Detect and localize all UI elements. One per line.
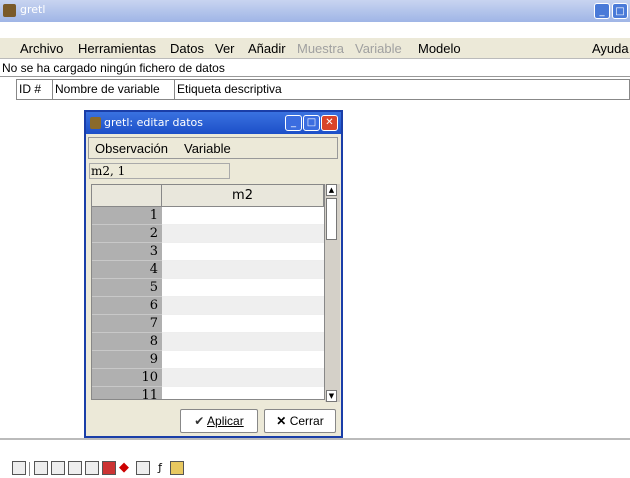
menu-archivo[interactable]: Archivo: [20, 41, 63, 56]
scroll-down-arrow-icon[interactable]: ▼: [326, 390, 337, 402]
menu-datos[interactable]: Datos: [170, 41, 204, 56]
data-cell[interactable]: [162, 315, 324, 333]
row-number[interactable]: 6: [92, 297, 162, 315]
menu-herramientas[interactable]: Herramientas: [78, 41, 156, 56]
menu-modelo[interactable]: Modelo: [418, 41, 461, 56]
menu-ayuda[interactable]: Ayuda: [592, 41, 629, 56]
data-cell[interactable]: [162, 207, 324, 225]
table-row: 5: [92, 279, 324, 297]
statusbar-divider: [0, 438, 630, 440]
row-number-header: [92, 185, 162, 207]
pdf-icon[interactable]: [102, 461, 116, 475]
gretl-app-icon: [3, 4, 16, 17]
close-button[interactable]: ✕ Cerrar: [264, 409, 336, 433]
function-icon[interactable]: ƒ: [153, 461, 167, 475]
maximize-button[interactable]: □: [612, 3, 628, 19]
scroll-up-arrow-icon[interactable]: ▲: [326, 184, 337, 196]
menu-ver[interactable]: Ver: [215, 41, 235, 56]
row-number[interactable]: 8: [92, 333, 162, 351]
plot-icon[interactable]: [136, 461, 150, 475]
data-cell[interactable]: [162, 279, 324, 297]
minimize-button[interactable]: _: [594, 3, 610, 19]
close-label: Cerrar: [289, 414, 324, 428]
dialog-maximize-button[interactable]: □: [303, 115, 320, 131]
menu-muestra[interactable]: Muestra: [297, 41, 344, 56]
diamond-icon[interactable]: ◆: [119, 461, 133, 475]
row-number[interactable]: 2: [92, 225, 162, 243]
table-row: 11: [92, 387, 324, 399]
row-number[interactable]: 11: [92, 387, 162, 399]
data-cell[interactable]: [162, 369, 324, 387]
column-header-label[interactable]: Etiqueta descriptiva: [174, 79, 630, 100]
row-number[interactable]: 10: [92, 369, 162, 387]
edit-script-icon[interactable]: [34, 461, 48, 475]
website-icon[interactable]: [85, 461, 99, 475]
dialog-title-bar[interactable]: gretl: editar datos _ □ ✕: [86, 112, 341, 134]
table-row: 2: [92, 225, 324, 243]
row-number[interactable]: 1: [92, 207, 162, 225]
data-cell[interactable]: [162, 333, 324, 351]
toolbar-separator: [29, 462, 30, 476]
vertical-scrollbar[interactable]: ▲ ▼: [325, 184, 340, 402]
close-x-icon: ✕: [276, 414, 290, 428]
table-row: 7: [92, 315, 324, 333]
table-row: 10: [92, 369, 324, 387]
column-header-m2[interactable]: m2: [162, 185, 324, 207]
apply-label: Aplicar: [207, 414, 244, 428]
checkmark-icon: ✔: [194, 414, 208, 428]
table-row: 6: [92, 297, 324, 315]
edit-data-dialog: gretl: editar datos _ □ ✕ Observación Va…: [84, 110, 343, 438]
menu-bar: Archivo Herramientas Datos Ver Añadir Mu…: [0, 38, 630, 59]
column-header-name[interactable]: Nombre de variable: [52, 79, 175, 100]
open-folder-icon[interactable]: [170, 461, 184, 475]
row-number[interactable]: 5: [92, 279, 162, 297]
table-row: 9: [92, 351, 324, 369]
menu-anadir[interactable]: Añadir: [248, 41, 286, 56]
data-cell[interactable]: [162, 351, 324, 369]
session-icon[interactable]: [68, 461, 82, 475]
data-cell[interactable]: [162, 297, 324, 315]
cell-reference-field[interactable]: m2, 1: [89, 163, 230, 179]
table-row: 4: [92, 261, 324, 279]
app-title: gretl: [20, 3, 46, 16]
table-row: 3: [92, 243, 324, 261]
row-number[interactable]: 7: [92, 315, 162, 333]
data-cell[interactable]: [162, 243, 324, 261]
menu-variable[interactable]: Variable: [355, 41, 402, 56]
status-message: No se ha cargado ningún fichero de datos: [0, 59, 630, 77]
menu-variable-dialog[interactable]: Variable: [184, 141, 231, 156]
dialog-title: gretl: editar datos: [104, 116, 203, 129]
row-number[interactable]: 4: [92, 261, 162, 279]
table-row: 8: [92, 333, 324, 351]
dialog-close-button[interactable]: ✕: [321, 115, 338, 131]
dialog-minimize-button[interactable]: _: [285, 115, 302, 131]
console-icon[interactable]: [51, 461, 65, 475]
data-grid: m2 1 2 3 4 5 6 7 8 9 10 11: [91, 184, 325, 400]
data-cell[interactable]: [162, 261, 324, 279]
menu-observacion[interactable]: Observación: [95, 141, 168, 156]
gretl-dialog-icon: [90, 117, 101, 129]
apply-button[interactable]: ✔ Aplicar: [180, 409, 258, 433]
dialog-menu-bar: Observación Variable: [88, 137, 338, 159]
main-title-bar[interactable]: gretl _ □: [0, 0, 630, 22]
data-cell[interactable]: [162, 387, 324, 399]
row-number[interactable]: 3: [92, 243, 162, 261]
scrollbar-thumb[interactable]: [326, 198, 337, 240]
calculator-icon[interactable]: [12, 461, 26, 475]
column-header-id[interactable]: ID #: [16, 79, 53, 100]
dialog-footer: ✔ Aplicar ✕ Cerrar: [88, 402, 338, 433]
data-cell[interactable]: [162, 225, 324, 243]
table-row: 1: [92, 207, 324, 225]
row-number[interactable]: 9: [92, 351, 162, 369]
